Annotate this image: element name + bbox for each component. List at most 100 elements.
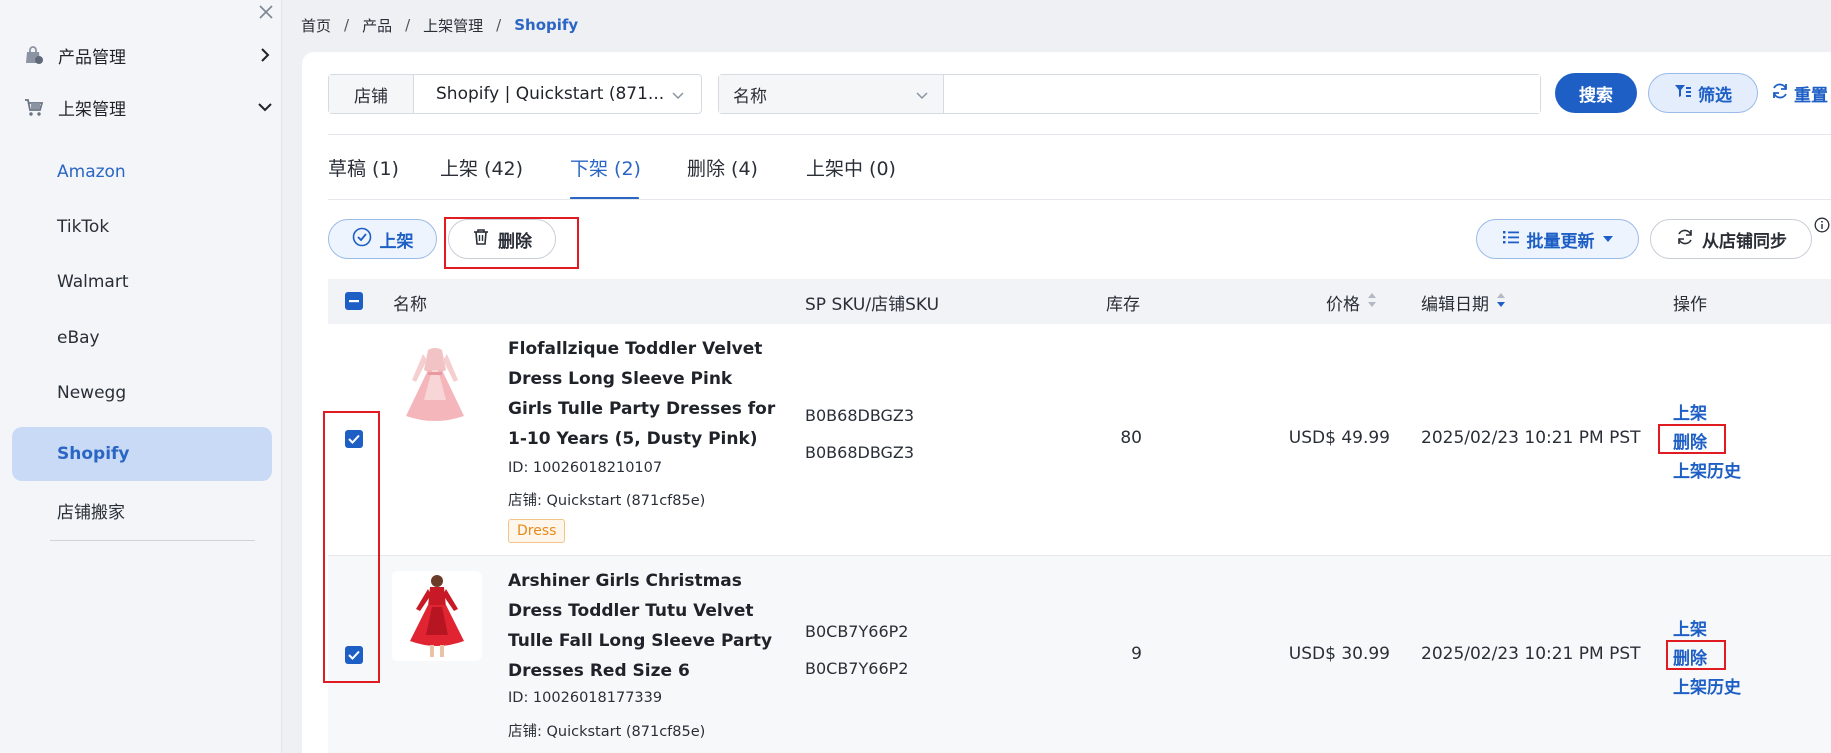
breadcrumb-separator: / bbox=[344, 16, 350, 34]
op-listing-history-link[interactable]: 上架历史 bbox=[1673, 673, 1741, 698]
store-sku: B0CB7Y66P2 bbox=[805, 659, 909, 678]
sidebar-group-product[interactable]: 产品管理 bbox=[22, 38, 276, 72]
list-icon bbox=[1502, 229, 1520, 250]
sidebar-item-ebay[interactable]: eBay bbox=[12, 311, 272, 365]
op-list-link[interactable]: 上架 bbox=[1673, 615, 1707, 640]
product-id: ID: 10026018177339 bbox=[508, 690, 663, 706]
breadcrumb-listing[interactable]: 上架管理 bbox=[423, 15, 483, 36]
product-title[interactable]: Arshiner Girls Christmas Dress Toddler T… bbox=[508, 566, 778, 686]
price-value: USD$ 30.99 bbox=[1288, 644, 1390, 664]
list-button-label: 上架 bbox=[379, 231, 414, 252]
highlight-box bbox=[444, 217, 579, 269]
tab-draft[interactable]: 草稿 (1) bbox=[328, 154, 399, 184]
tab-listing-in-progress[interactable]: 上架中 (0) bbox=[806, 154, 896, 184]
store-filter: 店铺 Shopify | Quickstart (871... bbox=[328, 74, 702, 114]
chevron-down-icon bbox=[915, 87, 929, 107]
header-name: 名称 bbox=[393, 295, 427, 315]
sort-icon bbox=[1495, 291, 1507, 314]
breadcrumb-separator: / bbox=[405, 16, 411, 34]
info-icon[interactable] bbox=[1814, 217, 1830, 233]
breadcrumb-product[interactable]: 产品 bbox=[362, 15, 392, 36]
search-field-value: 名称 bbox=[733, 86, 767, 107]
product-title[interactable]: Flofallzique Toddler Velvet Dress Long S… bbox=[508, 334, 778, 454]
sort-icon bbox=[1366, 291, 1378, 314]
table-header bbox=[328, 279, 1831, 324]
sidebar-item-walmart[interactable]: Walmart bbox=[12, 255, 272, 309]
product-image[interactable] bbox=[390, 340, 480, 430]
product-tag: Dress bbox=[508, 519, 566, 543]
tab-delisted[interactable]: 下架 (2) bbox=[570, 154, 641, 184]
list-button[interactable]: 上架 bbox=[328, 219, 437, 259]
highlight-box bbox=[1658, 424, 1726, 454]
op-listing-history-link[interactable]: 上架历史 bbox=[1673, 457, 1741, 482]
caret-down-icon bbox=[1602, 229, 1614, 249]
header-sku: SP SKU/店铺SKU bbox=[805, 295, 940, 315]
sidebar: 产品管理 上架管理 Amazon TikTok Walmart eBay New… bbox=[0, 0, 282, 753]
bulk-update-button[interactable]: 批量更新 bbox=[1476, 219, 1639, 259]
breadcrumb-home[interactable]: 首页 bbox=[301, 15, 331, 36]
search-button[interactable]: 搜索 bbox=[1555, 73, 1637, 113]
store-select-value: Shopify | Quickstart (871... bbox=[436, 84, 665, 104]
reset-label: 重置 bbox=[1794, 85, 1828, 106]
stock-value: 80 bbox=[1120, 428, 1142, 448]
store-sku: B0B68DBGZ3 bbox=[805, 443, 915, 462]
price-value: USD$ 49.99 bbox=[1288, 428, 1390, 448]
sidebar-item-tiktok[interactable]: TikTok bbox=[12, 200, 272, 254]
edit-date-value: 2025/02/23 10:21 PM PST bbox=[1421, 644, 1641, 664]
sync-icon bbox=[1675, 227, 1695, 252]
sp-sku: B0B68DBGZ3 bbox=[805, 406, 915, 425]
highlight-box bbox=[323, 411, 380, 683]
product-store: 店铺: Quickstart (871cf85e) bbox=[508, 493, 706, 509]
highlight-box bbox=[1666, 640, 1726, 670]
breadcrumb-current: Shopify bbox=[514, 16, 579, 34]
chevron-down-icon bbox=[671, 87, 685, 107]
bulk-update-label: 批量更新 bbox=[1526, 231, 1595, 252]
select-all-checkbox[interactable] bbox=[345, 292, 363, 310]
product-image[interactable] bbox=[392, 571, 482, 661]
header-edit-date[interactable]: 编辑日期 bbox=[1421, 290, 1507, 315]
reset-button[interactable]: 重置 bbox=[1770, 80, 1828, 106]
sidebar-divider bbox=[50, 540, 255, 541]
filter-icon bbox=[1674, 83, 1692, 104]
chevron-down-icon bbox=[254, 96, 276, 118]
sidebar-group-label: 上架管理 bbox=[58, 99, 126, 120]
refresh-icon bbox=[1770, 81, 1790, 106]
sidebar-group-listing[interactable]: 上架管理 bbox=[22, 90, 276, 124]
header-ops: 操作 bbox=[1673, 295, 1707, 315]
sp-sku: B0CB7Y66P2 bbox=[805, 622, 909, 641]
op-list-link[interactable]: 上架 bbox=[1673, 399, 1707, 424]
product-bag-icon bbox=[22, 43, 46, 67]
check-circle-icon bbox=[352, 227, 372, 252]
header-edit-date-label: 编辑日期 bbox=[1421, 295, 1489, 315]
tab-deleted[interactable]: 删除 (4) bbox=[687, 154, 758, 184]
sidebar-group-label: 产品管理 bbox=[58, 47, 126, 68]
header-price[interactable]: 价格 bbox=[1326, 290, 1378, 315]
store-label: 店铺 bbox=[329, 75, 414, 113]
product-id: ID: 10026018210107 bbox=[508, 460, 663, 476]
close-icon[interactable] bbox=[256, 4, 276, 24]
tab-listed[interactable]: 上架 (42) bbox=[440, 154, 523, 184]
sync-label: 从店铺同步 bbox=[1702, 231, 1787, 252]
sync-from-store-button[interactable]: 从店铺同步 bbox=[1650, 219, 1812, 259]
search-input[interactable] bbox=[944, 75, 1540, 113]
sidebar-item-amazon[interactable]: Amazon bbox=[12, 145, 272, 199]
cart-icon bbox=[22, 95, 46, 119]
divider bbox=[328, 134, 1831, 135]
filter-label: 筛选 bbox=[1698, 85, 1732, 106]
stock-value: 9 bbox=[1131, 644, 1142, 664]
divider bbox=[328, 199, 1831, 200]
sidebar-item-newegg[interactable]: Newegg bbox=[12, 366, 272, 420]
filter-button[interactable]: 筛选 bbox=[1648, 73, 1758, 113]
name-search-box: 名称 bbox=[718, 74, 1541, 114]
sidebar-item-shopify[interactable]: Shopify bbox=[12, 427, 272, 481]
sidebar-item-store-migration[interactable]: 店铺搬家 bbox=[12, 483, 272, 537]
header-stock: 库存 bbox=[1106, 295, 1140, 315]
breadcrumb-separator: / bbox=[496, 16, 502, 34]
chevron-right-icon bbox=[254, 44, 276, 66]
edit-date-value: 2025/02/23 10:21 PM PST bbox=[1421, 428, 1641, 448]
store-select[interactable]: Shopify | Quickstart (871... bbox=[414, 75, 701, 113]
header-price-label: 价格 bbox=[1326, 295, 1360, 315]
search-field-select[interactable]: 名称 bbox=[719, 75, 944, 113]
product-store: 店铺: Quickstart (871cf85e) bbox=[508, 724, 706, 740]
breadcrumb: 首页 / 产品 / 上架管理 / Shopify bbox=[301, 14, 578, 36]
